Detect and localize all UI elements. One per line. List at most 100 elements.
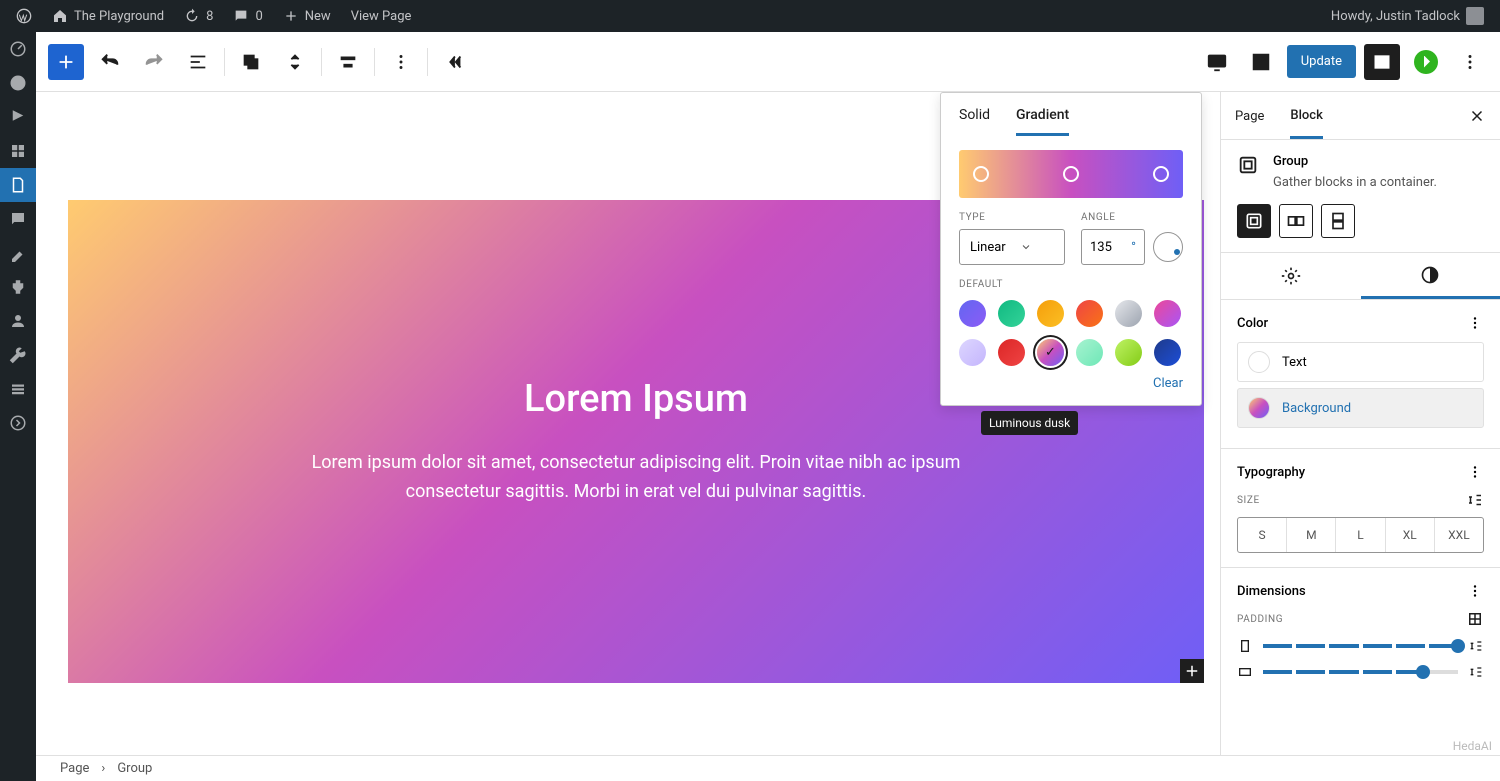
gradient-stop[interactable] (1063, 166, 1079, 182)
menu-comments[interactable] (0, 202, 36, 236)
menu-collapse[interactable] (0, 406, 36, 440)
text-color-swatch (1248, 351, 1270, 373)
font-size-s[interactable]: S (1238, 518, 1287, 552)
menu-tools[interactable] (0, 338, 36, 372)
watermark: HedaAI (1453, 739, 1492, 753)
heading-block[interactable]: Lorem Ipsum (524, 377, 748, 421)
paragraph-block[interactable]: Lorem ipsum dolor sit amet, consectetur … (286, 449, 986, 507)
gradient-swatch[interactable] (959, 300, 986, 327)
gradient-swatch[interactable] (1115, 300, 1142, 327)
padding-vertical-icon (1237, 664, 1253, 680)
menu-plugins[interactable] (0, 270, 36, 304)
angle-wheel[interactable] (1153, 232, 1183, 262)
wp-logo[interactable] (8, 0, 40, 32)
document-overview-button[interactable] (180, 44, 216, 80)
gradient-preview[interactable] (959, 150, 1183, 198)
default-label: DEFAULT (959, 279, 1183, 290)
font-size-l[interactable]: L (1336, 518, 1385, 552)
view-page-button[interactable] (1243, 44, 1279, 80)
update-button[interactable]: Update (1287, 45, 1356, 78)
updates[interactable]: 8 (176, 0, 221, 32)
gradient-swatch[interactable] (1076, 300, 1103, 327)
group-variation-default[interactable] (1237, 204, 1271, 238)
gradient-swatch[interactable] (998, 339, 1025, 366)
dimensions-options-button[interactable] (1466, 582, 1484, 600)
view-page[interactable]: View Page (343, 0, 420, 32)
slider-settings-icon[interactable] (1468, 664, 1484, 680)
padding-label: PADDING (1237, 614, 1283, 625)
menu-dashboard[interactable] (0, 32, 36, 66)
gradient-swatch[interactable] (998, 300, 1025, 327)
color-panel-title: Color (1237, 316, 1268, 331)
site-home[interactable]: The Playground (44, 0, 172, 32)
comments[interactable]: 0 (225, 0, 270, 32)
padding-slider-2[interactable] (1263, 670, 1458, 674)
styles-subtab[interactable] (1361, 253, 1500, 299)
menu-media[interactable] (0, 134, 36, 168)
gradient-swatch[interactable] (1154, 339, 1181, 366)
menu-appearance[interactable] (0, 236, 36, 270)
gradient-swatch[interactable] (1154, 300, 1181, 327)
gradient-tab[interactable]: Gradient (1016, 107, 1069, 136)
block-copy-button[interactable] (233, 44, 269, 80)
gradient-swatch[interactable] (1076, 339, 1103, 366)
append-block-button[interactable] (1180, 659, 1204, 683)
size-label: SIZE (1237, 495, 1260, 506)
add-block-button[interactable] (48, 44, 84, 80)
align-button[interactable] (330, 44, 366, 80)
background-color-row[interactable]: Background (1237, 388, 1484, 428)
jetpack-button[interactable] (1408, 44, 1444, 80)
gear-icon (1281, 266, 1301, 286)
gradient-type-select[interactable]: Linear (959, 229, 1065, 265)
close-sidebar-button[interactable] (1468, 107, 1486, 125)
editor: Update Lorem Ipsum Lorem ipsum dolor sit… (36, 32, 1500, 781)
block-options-button[interactable] (383, 44, 419, 80)
text-color-row[interactable]: Text (1237, 342, 1484, 382)
typography-options-button[interactable] (1466, 463, 1484, 481)
gradient-stop[interactable] (973, 166, 989, 182)
slider-settings-icon[interactable] (1468, 638, 1484, 654)
menu-pages[interactable] (0, 168, 36, 202)
settings-sidebar: Page Block Group Gather blocks in a cont… (1220, 92, 1500, 781)
color-options-button[interactable] (1466, 314, 1484, 332)
padding-slider-1[interactable] (1263, 644, 1458, 648)
font-size-buttons: SMLXLXXL (1237, 517, 1484, 553)
menu-posts[interactable] (0, 100, 36, 134)
new-content[interactable]: New (275, 0, 339, 32)
font-size-m[interactable]: M (1287, 518, 1336, 552)
gradient-stop[interactable] (1153, 166, 1169, 182)
gradient-swatch[interactable] (959, 339, 986, 366)
editor-canvas[interactable]: Lorem Ipsum Lorem ipsum dolor sit amet, … (36, 92, 1220, 781)
howdy-user[interactable]: Howdy, Justin Tadlock (1323, 0, 1492, 32)
menu-jetpack[interactable] (0, 66, 36, 100)
redo-button[interactable] (136, 44, 172, 80)
page-tab[interactable]: Page (1235, 94, 1264, 137)
device-preview-button[interactable] (1199, 44, 1235, 80)
menu-settings[interactable] (0, 372, 36, 406)
undo-button[interactable] (92, 44, 128, 80)
settings-subtab[interactable] (1221, 253, 1361, 299)
block-tab[interactable]: Block (1290, 93, 1322, 139)
size-custom-button[interactable] (1466, 491, 1484, 509)
settings-sidebar-toggle[interactable] (1364, 44, 1400, 80)
gradient-swatch[interactable] (1037, 339, 1064, 366)
more-options-button[interactable] (1452, 44, 1488, 80)
dimensions-panel-title: Dimensions (1237, 584, 1306, 599)
breadcrumb-item[interactable]: Group (117, 761, 152, 776)
admin-menu (0, 32, 36, 781)
breadcrumb-item[interactable]: Page (60, 761, 89, 776)
gradient-picker-popover: Solid Gradient TYPE Linear ANGLE (940, 92, 1202, 406)
angle-input[interactable]: 135° (1081, 229, 1145, 265)
collapse-toolbar-button[interactable] (436, 44, 472, 80)
menu-users[interactable] (0, 304, 36, 338)
solid-tab[interactable]: Solid (959, 107, 990, 136)
gradient-swatch[interactable] (1037, 300, 1064, 327)
group-variation-row[interactable] (1279, 204, 1313, 238)
gradient-swatch[interactable] (1115, 339, 1142, 366)
group-variation-stack[interactable] (1321, 204, 1355, 238)
font-size-xl[interactable]: XL (1386, 518, 1435, 552)
font-size-xxl[interactable]: XXL (1435, 518, 1483, 552)
move-buttons[interactable] (277, 44, 313, 80)
padding-unlink-button[interactable] (1466, 610, 1484, 628)
clear-button[interactable]: Clear (1153, 376, 1183, 391)
